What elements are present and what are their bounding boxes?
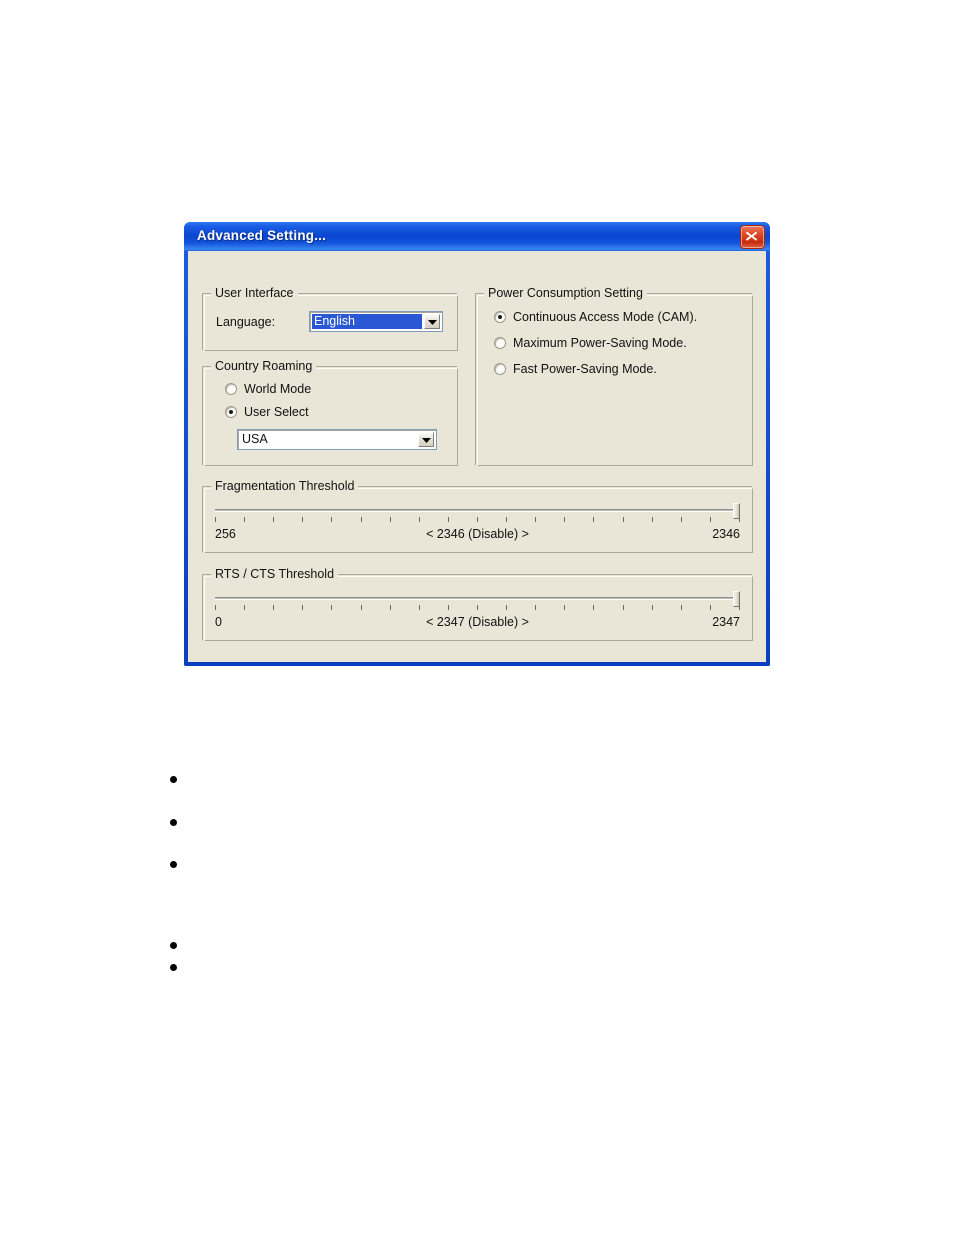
rts-cts-min-label: 0 bbox=[215, 615, 222, 629]
rts-cts-current-label: < 2347 (Disable) > bbox=[426, 615, 529, 629]
slider-tick bbox=[593, 605, 595, 610]
slider-tick bbox=[651, 517, 653, 522]
slider-tick bbox=[302, 605, 304, 610]
chevron-down-icon[interactable] bbox=[424, 314, 440, 329]
slider-tick bbox=[535, 605, 537, 610]
slider-tick bbox=[622, 605, 624, 610]
fragmentation-current-label: < 2346 (Disable) > bbox=[426, 527, 529, 541]
slider-ticks bbox=[215, 605, 740, 611]
language-label: Language: bbox=[216, 315, 276, 329]
slider-tick bbox=[709, 605, 711, 610]
slider-tick bbox=[564, 517, 566, 522]
radio-fast-power-saving-label: Fast Power-Saving Mode. bbox=[513, 362, 657, 376]
group-user-interface: User Interface Language: English bbox=[202, 286, 458, 351]
radio-continuous-access-mode[interactable]: Continuous Access Mode (CAM). bbox=[494, 310, 697, 324]
group-title-country-roaming: Country Roaming bbox=[211, 359, 317, 373]
dialog-title: Advanced Setting... bbox=[197, 228, 327, 243]
radio-continuous-access-mode-label: Continuous Access Mode (CAM). bbox=[513, 310, 698, 324]
list-item-bullet bbox=[170, 964, 177, 971]
rts-cts-slider[interactable]: 0 < 2347 (Disable) > 2347 bbox=[215, 591, 740, 635]
group-title-fragmentation-threshold: Fragmentation Threshold bbox=[211, 479, 359, 493]
slider-tick bbox=[215, 517, 216, 522]
advanced-setting-dialog: Advanced Setting... User Interface Langu… bbox=[184, 222, 770, 666]
list-item-bullet bbox=[170, 819, 177, 826]
radio-user-select[interactable]: User Select bbox=[225, 405, 309, 419]
slider-tick bbox=[418, 605, 420, 610]
slider-tick bbox=[360, 517, 362, 522]
language-select[interactable]: English bbox=[309, 311, 443, 332]
slider-tick bbox=[680, 517, 682, 522]
radio-user-select-label: User Select bbox=[244, 405, 309, 419]
slider-thumb[interactable] bbox=[733, 591, 740, 607]
list-item-bullet bbox=[170, 942, 177, 949]
close-icon[interactable] bbox=[740, 225, 765, 249]
rts-cts-max-label: 2347 bbox=[712, 615, 740, 629]
language-select-value: English bbox=[312, 314, 422, 329]
slider-tick bbox=[680, 605, 682, 610]
country-select-value: USA bbox=[242, 432, 268, 446]
radio-icon bbox=[494, 337, 506, 349]
dialog-frame: Advanced Setting... User Interface Langu… bbox=[184, 222, 770, 666]
slider-tick bbox=[476, 517, 478, 522]
radio-world-mode[interactable]: World Mode bbox=[225, 382, 311, 396]
slider-thumb[interactable] bbox=[733, 503, 740, 519]
slider-tick bbox=[360, 605, 362, 610]
slider-tick bbox=[506, 605, 508, 610]
slider-tick bbox=[622, 517, 624, 522]
slider-labels: 0 < 2347 (Disable) > 2347 bbox=[215, 615, 740, 633]
list-item-bullet bbox=[170, 861, 177, 868]
chevron-down-icon[interactable] bbox=[418, 432, 434, 447]
slider-tick bbox=[273, 517, 275, 522]
dialog-client-area: User Interface Language: English Country… bbox=[188, 251, 766, 662]
slider-tick bbox=[244, 605, 246, 610]
country-select[interactable]: USA bbox=[237, 429, 437, 450]
radio-icon bbox=[494, 363, 506, 375]
group-rts-cts-threshold: RTS / CTS Threshold 0 < 2347 (Disable) >… bbox=[202, 567, 753, 641]
radio-fast-power-saving[interactable]: Fast Power-Saving Mode. bbox=[494, 362, 657, 376]
slider-tick bbox=[389, 517, 391, 522]
slider-tick bbox=[418, 517, 420, 522]
slider-track[interactable] bbox=[215, 509, 740, 512]
group-title-rts-cts-threshold: RTS / CTS Threshold bbox=[211, 567, 339, 581]
radio-maximum-power-saving-label: Maximum Power-Saving Mode. bbox=[513, 336, 687, 350]
slider-tick bbox=[302, 517, 304, 522]
dialog-titlebar[interactable]: Advanced Setting... bbox=[184, 222, 770, 251]
slider-tick bbox=[476, 605, 478, 610]
slider-tick bbox=[331, 605, 333, 610]
slider-tick bbox=[215, 605, 216, 610]
list-item-bullet bbox=[170, 776, 177, 783]
group-title-power-consumption: Power Consumption Setting bbox=[484, 286, 647, 300]
slider-tick bbox=[593, 517, 595, 522]
radio-icon bbox=[225, 383, 237, 395]
slider-tick bbox=[273, 605, 275, 610]
slider-track[interactable] bbox=[215, 597, 740, 600]
slider-ticks bbox=[215, 517, 740, 523]
group-country-roaming: Country Roaming World Mode User Select U… bbox=[202, 359, 458, 466]
slider-tick bbox=[535, 517, 537, 522]
slider-tick bbox=[709, 517, 711, 522]
group-fragmentation-threshold: Fragmentation Threshold 256 < 2346 (Disa… bbox=[202, 479, 753, 553]
radio-maximum-power-saving[interactable]: Maximum Power-Saving Mode. bbox=[494, 336, 687, 350]
radio-icon bbox=[494, 311, 506, 323]
radio-icon bbox=[225, 406, 237, 418]
slider-tick bbox=[651, 605, 653, 610]
slider-tick bbox=[331, 517, 333, 522]
radio-world-mode-label: World Mode bbox=[244, 382, 312, 396]
slider-tick bbox=[389, 605, 391, 610]
fragmentation-min-label: 256 bbox=[215, 527, 236, 541]
slider-tick bbox=[506, 517, 508, 522]
group-title-user-interface: User Interface bbox=[211, 286, 298, 300]
slider-tick bbox=[564, 605, 566, 610]
slider-labels: 256 < 2346 (Disable) > 2346 bbox=[215, 527, 740, 545]
fragmentation-slider[interactable]: 256 < 2346 (Disable) > 2346 bbox=[215, 503, 740, 547]
group-power-consumption: Power Consumption Setting Continuous Acc… bbox=[475, 286, 753, 466]
slider-tick bbox=[447, 605, 449, 610]
slider-tick bbox=[244, 517, 246, 522]
slider-tick bbox=[447, 517, 449, 522]
fragmentation-max-label: 2346 bbox=[712, 527, 740, 541]
